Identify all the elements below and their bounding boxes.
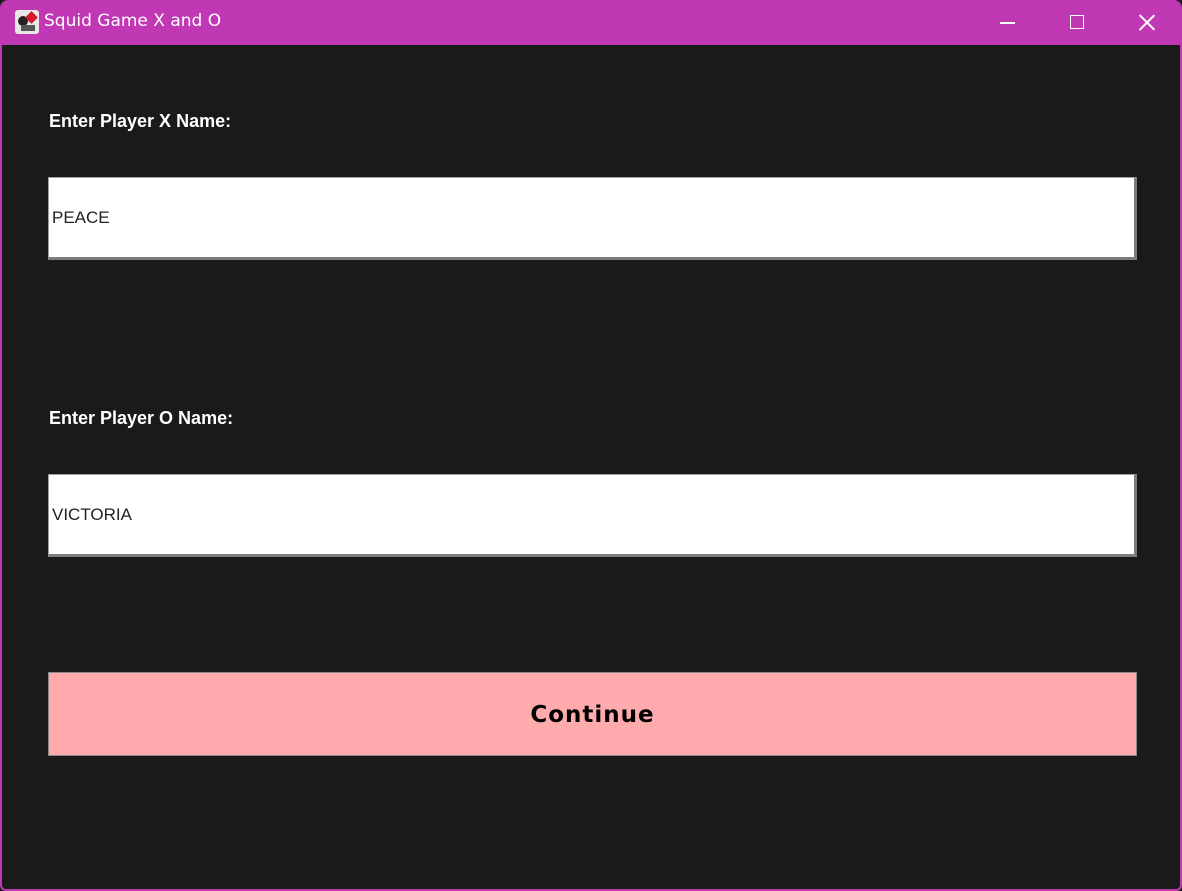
- player-o-name-input[interactable]: [48, 474, 1137, 557]
- window-title: Squid Game X and O: [44, 11, 222, 31]
- close-button[interactable]: [1112, 0, 1180, 45]
- minimize-icon: [1000, 22, 1015, 24]
- maximize-icon: [1070, 15, 1084, 29]
- player-o-label: Enter Player O Name:: [49, 408, 234, 428]
- player-x-label: Enter Player X Name:: [49, 111, 232, 131]
- close-icon: [1138, 13, 1156, 31]
- continue-button[interactable]: Continue: [48, 672, 1137, 756]
- app-window: Squid Game X and O Enter Player X Name: …: [0, 0, 1182, 891]
- minimize-button[interactable]: [972, 0, 1042, 45]
- title-bar[interactable]: Squid Game X and O: [2, 0, 1180, 45]
- maximize-button[interactable]: [1042, 0, 1112, 45]
- player-x-name-input[interactable]: [48, 177, 1137, 260]
- app-icon: [15, 10, 39, 34]
